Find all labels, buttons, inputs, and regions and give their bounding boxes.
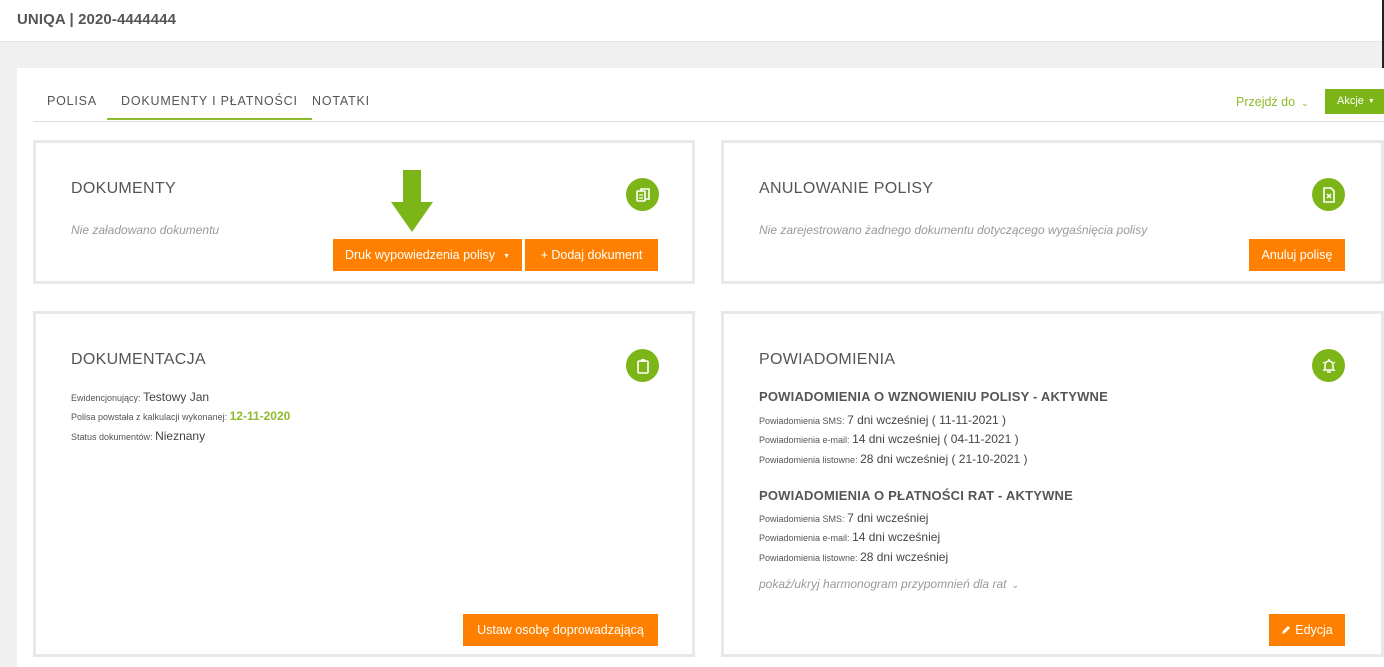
documentation-title: DOKUMENTACJA [71, 351, 206, 368]
documents-title: DOKUMENTY [71, 180, 176, 197]
tab-polisa[interactable]: POLISA [47, 94, 97, 118]
file-x-icon [1312, 178, 1345, 211]
renewal-letter-value: 28 dni wcześniej ( 21-10-2021 ) [860, 452, 1028, 466]
toggle-schedule-link[interactable]: pokaż/ukryj harmonogram przypomnień dla … [759, 577, 1019, 591]
cancel-policy-button[interactable]: Anuluj polisę [1249, 239, 1345, 271]
installment-email-value: 14 dni wcześniej [852, 530, 941, 544]
goto-label: Przejdź do [1236, 95, 1296, 109]
actions-button[interactable]: Akcje ▼ [1325, 89, 1384, 114]
notifications-card: POWIADOMIENIA POWIADOMIENIA O WZNOWIENIU… [721, 311, 1384, 657]
renewal-email-value: 14 dni wcześniej ( 04-11-2021 ) [852, 432, 1019, 446]
installment-email-label: Powiadomienia e-mail: [759, 533, 850, 543]
calc-line: Polisa powstała z kalkulacji wykonanej: … [71, 409, 290, 423]
caret-down-icon: ▼ [503, 253, 510, 260]
renewal-letter-line: Powiadomienia listowne: 28 dni wcześniej… [759, 452, 1028, 466]
edit-button[interactable]: Edycja [1269, 614, 1345, 646]
installment-letter-line: Powiadomienia listowne: 28 dni wcześniej [759, 550, 948, 564]
notifications-title: POWIADOMIENIA [759, 351, 896, 368]
installment-sms-label: Powiadomienia SMS: [759, 514, 845, 524]
registrar-label: Ewidencjonujący: [71, 393, 141, 403]
chevron-down-icon: ⌄ [1301, 98, 1309, 108]
assign-referrer-button[interactable]: Ustaw osobę doprowadzającą [463, 614, 658, 646]
documents-card: DOKUMENTY Nie załadowano dokumentu Druk … [33, 140, 695, 284]
installment-letter-value: 28 dni wcześniej [860, 550, 949, 564]
top-bar: UNIQA | 2020-4444444 [0, 0, 1384, 667]
clipboard-icon [626, 349, 659, 382]
toggle-schedule-label: pokaż/ukryj harmonogram przypomnień dla … [759, 577, 1007, 591]
add-document-button[interactable]: + Dodaj dokument [525, 239, 658, 271]
tab-documents-payments[interactable]: DOKUMENTY I PŁATNOŚCI [107, 94, 312, 120]
print-cancellation-label: Druk wypowiedzenia polisy [344, 248, 496, 262]
installment-sms-value: 7 dni wcześniej [847, 511, 929, 525]
caret-down-icon: ▼ [1367, 98, 1375, 105]
cancellation-title: ANULOWANIE POLISY [759, 180, 934, 197]
installment-sms-line: Powiadomienia SMS: 7 dni wcześniej [759, 511, 928, 525]
documentation-card: DOKUMENTACJA Ewidencjonujący: Testowy Ja… [33, 311, 695, 657]
calc-label: Polisa powstała z kalkulacji wykonanej: [71, 412, 228, 422]
renewal-sms-line: Powiadomienia SMS: 7 dni wcześniej ( 11-… [759, 413, 1006, 427]
goto-dropdown[interactable]: Przejdź do ⌄ [1236, 95, 1309, 109]
renewal-email-label: Powiadomienia e-mail: [759, 435, 850, 445]
down-arrow-icon [391, 170, 433, 232]
main-panel: POLISA DOKUMENTY I PŁATNOŚCI NOTATKI Prz… [17, 68, 1384, 667]
status-line: Status dokumentów: Nieznany [71, 429, 205, 443]
installment-letter-label: Powiadomienia listowne: [759, 553, 858, 563]
chevron-down-icon: ⌄ [1011, 580, 1019, 590]
renewal-sms-label: Powiadomienia SMS: [759, 416, 845, 426]
documents-empty-text: Nie załadowano dokumentu [71, 223, 220, 237]
cancellation-empty-text: Nie zarejestrowano żadnego dokumentu dot… [759, 223, 1148, 237]
bell-icon [1312, 349, 1345, 382]
page-title: UNIQA | 2020-4444444 [17, 11, 177, 28]
print-cancellation-button[interactable]: Druk wypowiedzenia polisy ▼ [333, 239, 522, 271]
installment-email-line: Powiadomienia e-mail: 14 dni wcześniej [759, 530, 940, 544]
cancellation-card: ANULOWANIE POLISY Nie zarejestrowano żad… [721, 140, 1384, 284]
edit-label: Edycja [1295, 623, 1333, 637]
actions-label: Akcje [1337, 95, 1364, 107]
pencil-icon [1281, 615, 1291, 647]
status-value: Nieznany [155, 429, 206, 443]
tab-bar: POLISA DOKUMENTY I PŁATNOŚCI NOTATKI [33, 88, 1384, 122]
renewal-notifications-title: POWIADOMIENIA O WZNOWIENIU POLISY - AKTY… [759, 389, 1108, 404]
registrar-line: Ewidencjonujący: Testowy Jan [71, 390, 209, 404]
status-label: Status dokumentów: [71, 432, 153, 442]
registrar-value: Testowy Jan [143, 390, 210, 404]
tab-notes[interactable]: NOTATKI [312, 94, 370, 118]
renewal-letter-label: Powiadomienia listowne: [759, 455, 858, 465]
renewal-email-line: Powiadomienia e-mail: 14 dni wcześniej (… [759, 432, 1019, 446]
installment-notifications-title: POWIADOMIENIA O PŁATNOŚCI RAT - AKTYWNE [759, 488, 1074, 503]
calc-date-link[interactable]: 12-11-2020 [230, 409, 291, 423]
renewal-sms-value: 7 dni wcześniej ( 11-11-2021 ) [847, 413, 1007, 427]
copy-icon [626, 178, 659, 211]
